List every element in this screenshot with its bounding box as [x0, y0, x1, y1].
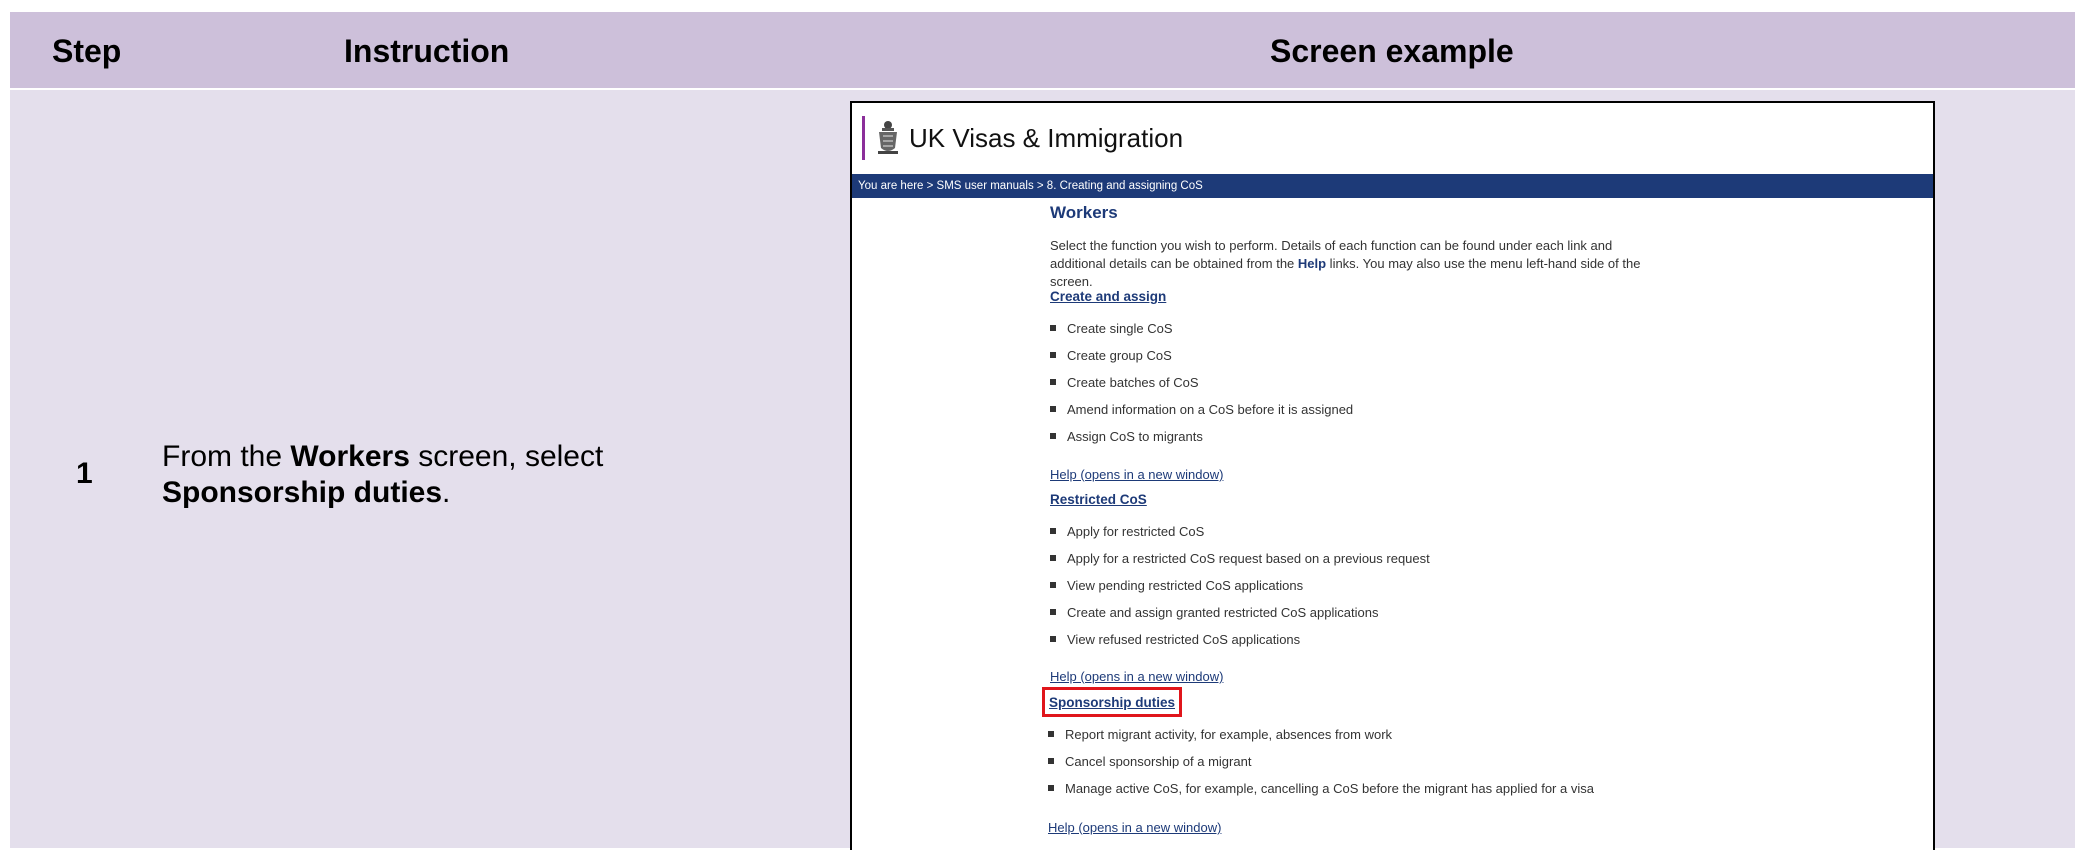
bullet-icon — [1048, 758, 1054, 764]
screen-example: UK Visas & Immigration You are here > SM… — [850, 101, 1935, 850]
header-instruction: Instruction — [344, 33, 510, 69]
workers-label: Workers — [290, 440, 410, 473]
list-item[interactable]: Create batches of CoS — [1050, 375, 1199, 390]
page-title: Workers — [1050, 203, 1118, 222]
list-item[interactable]: Create single CoS — [1050, 321, 1173, 336]
list-item[interactable]: Manage active CoS, for example, cancelli… — [1048, 781, 1594, 796]
help-link[interactable]: Help (opens in a new window) — [1048, 820, 1221, 835]
crest-icon — [878, 121, 898, 154]
bullet-icon — [1050, 325, 1056, 331]
bullet-icon — [1050, 528, 1056, 534]
bullet-icon — [1050, 433, 1056, 439]
highlight-box — [1042, 687, 1182, 717]
sponsorship-duties-label: Sponsorship duties — [162, 476, 443, 509]
help-link[interactable]: Help (opens in a new window) — [1050, 669, 1223, 684]
bullet-icon — [1050, 636, 1056, 642]
list-item[interactable]: Apply for restricted CoS — [1050, 524, 1204, 539]
list-item[interactable]: Report migrant activity, for example, ab… — [1048, 727, 1392, 742]
list-item[interactable]: Create group CoS — [1050, 348, 1172, 363]
list-item[interactable]: Apply for a restricted CoS request based… — [1050, 551, 1430, 566]
bullet-icon — [1050, 582, 1056, 588]
list-item[interactable]: Create and assign granted restricted CoS… — [1050, 605, 1378, 620]
help-link[interactable]: Help (opens in a new window) — [1050, 467, 1223, 482]
breadcrumb[interactable]: You are here > SMS user manuals > 8. Cre… — [852, 174, 1933, 198]
instruction-text: From the Workers screen, select Sponsors… — [162, 440, 604, 509]
list-item[interactable]: Assign CoS to migrants — [1050, 429, 1203, 444]
list-item[interactable]: Amend information on a CoS before it is … — [1050, 402, 1353, 417]
bullet-icon — [1050, 352, 1056, 358]
workers-content: Workers Select the function you wish to … — [1042, 203, 1650, 835]
header-step: Step — [52, 33, 122, 69]
bullet-icon — [1048, 731, 1054, 737]
brand-header: UK Visas & Immigration — [862, 116, 1183, 160]
list-item[interactable]: Cancel sponsorship of a migrant — [1048, 754, 1251, 769]
intro-text: Select the function you wish to perform.… — [1050, 238, 1641, 289]
bullet-icon — [1050, 609, 1056, 615]
create-and-assign-link[interactable]: Create and assign — [1050, 289, 1166, 304]
brand-name: UK Visas & Immigration — [909, 123, 1184, 153]
table-header: Step Instruction Screen example — [10, 12, 2075, 88]
step-number: 1 — [76, 457, 93, 490]
bullet-icon — [1050, 555, 1056, 561]
restricted-cos-link[interactable]: Restricted CoS — [1050, 492, 1147, 507]
bullet-icon — [1050, 379, 1056, 385]
header-screen-example: Screen example — [1270, 33, 1514, 69]
list-item[interactable]: View pending restricted CoS applications — [1050, 578, 1303, 593]
bullet-icon — [1048, 785, 1054, 791]
bullet-icon — [1050, 406, 1056, 412]
table-row: 1 From the Workers screen, select Sponso… — [10, 90, 2075, 850]
instruction-table: Step Instruction Screen example 1 From t… — [10, 12, 2075, 850]
help-word: Help — [1297, 256, 1327, 271]
list-item[interactable]: View refused restricted CoS applications — [1050, 632, 1300, 647]
